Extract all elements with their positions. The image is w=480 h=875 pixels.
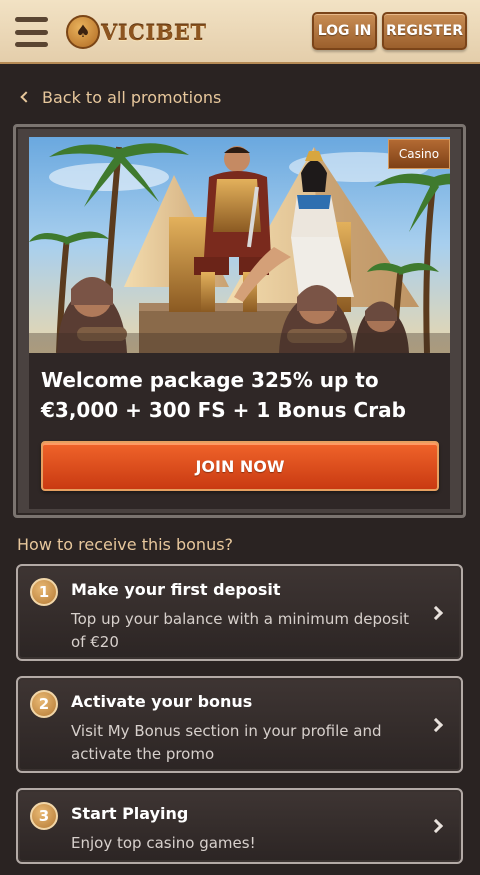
step-number-badge: 2	[30, 690, 58, 718]
how-to-title: How to receive this bonus?	[17, 535, 234, 554]
step-description: Enjoy top casino games!	[71, 834, 256, 852]
step-title: Make your first deposit	[71, 580, 281, 599]
chevron-right-icon	[428, 818, 444, 834]
promo-banner-image: Casino	[29, 137, 450, 353]
brand-name: VICIBET	[101, 19, 207, 45]
promo-card-body: Casino Welcome package 325% up to €3,000…	[29, 137, 450, 509]
egyptian-scene-illustration	[29, 137, 450, 353]
top-header: ♠ VICIBET LOG IN REGISTER	[0, 0, 480, 64]
step-card[interactable]: 2 Activate your bonus Visit My Bonus sec…	[16, 676, 463, 773]
spade-logo-icon: ♠	[66, 15, 100, 49]
step-title: Start Playing	[71, 804, 189, 823]
chevron-right-icon	[428, 717, 444, 733]
step-card[interactable]: 3 Start Playing Enjoy top casino games!	[16, 788, 463, 864]
brand-logo[interactable]: ♠ VICIBET	[66, 14, 207, 50]
step-description: Top up your balance with a minimum depos…	[71, 610, 410, 651]
step-card[interactable]: 1 Make your first deposit Top up your ba…	[16, 564, 463, 661]
promo-card: Casino Welcome package 325% up to €3,000…	[13, 124, 466, 518]
register-button[interactable]: REGISTER	[382, 12, 467, 50]
promo-title: Welcome package 325% up to €3,000 + 300 …	[41, 368, 406, 422]
step-number-badge: 1	[30, 578, 58, 606]
step-number-badge: 3	[30, 802, 58, 830]
menu-icon[interactable]	[15, 17, 48, 47]
chevron-right-icon	[428, 605, 444, 621]
login-button[interactable]: LOG IN	[312, 12, 377, 50]
chevron-left-icon	[20, 91, 32, 103]
step-description: Visit My Bonus section in your profile a…	[71, 722, 382, 763]
category-badge: Casino	[388, 139, 450, 169]
join-now-button[interactable]: JOIN NOW	[41, 441, 439, 491]
back-link-label: Back to all promotions	[42, 87, 222, 107]
step-title: Activate your bonus	[71, 692, 253, 711]
back-to-promotions-link[interactable]: Back to all promotions	[18, 86, 221, 108]
